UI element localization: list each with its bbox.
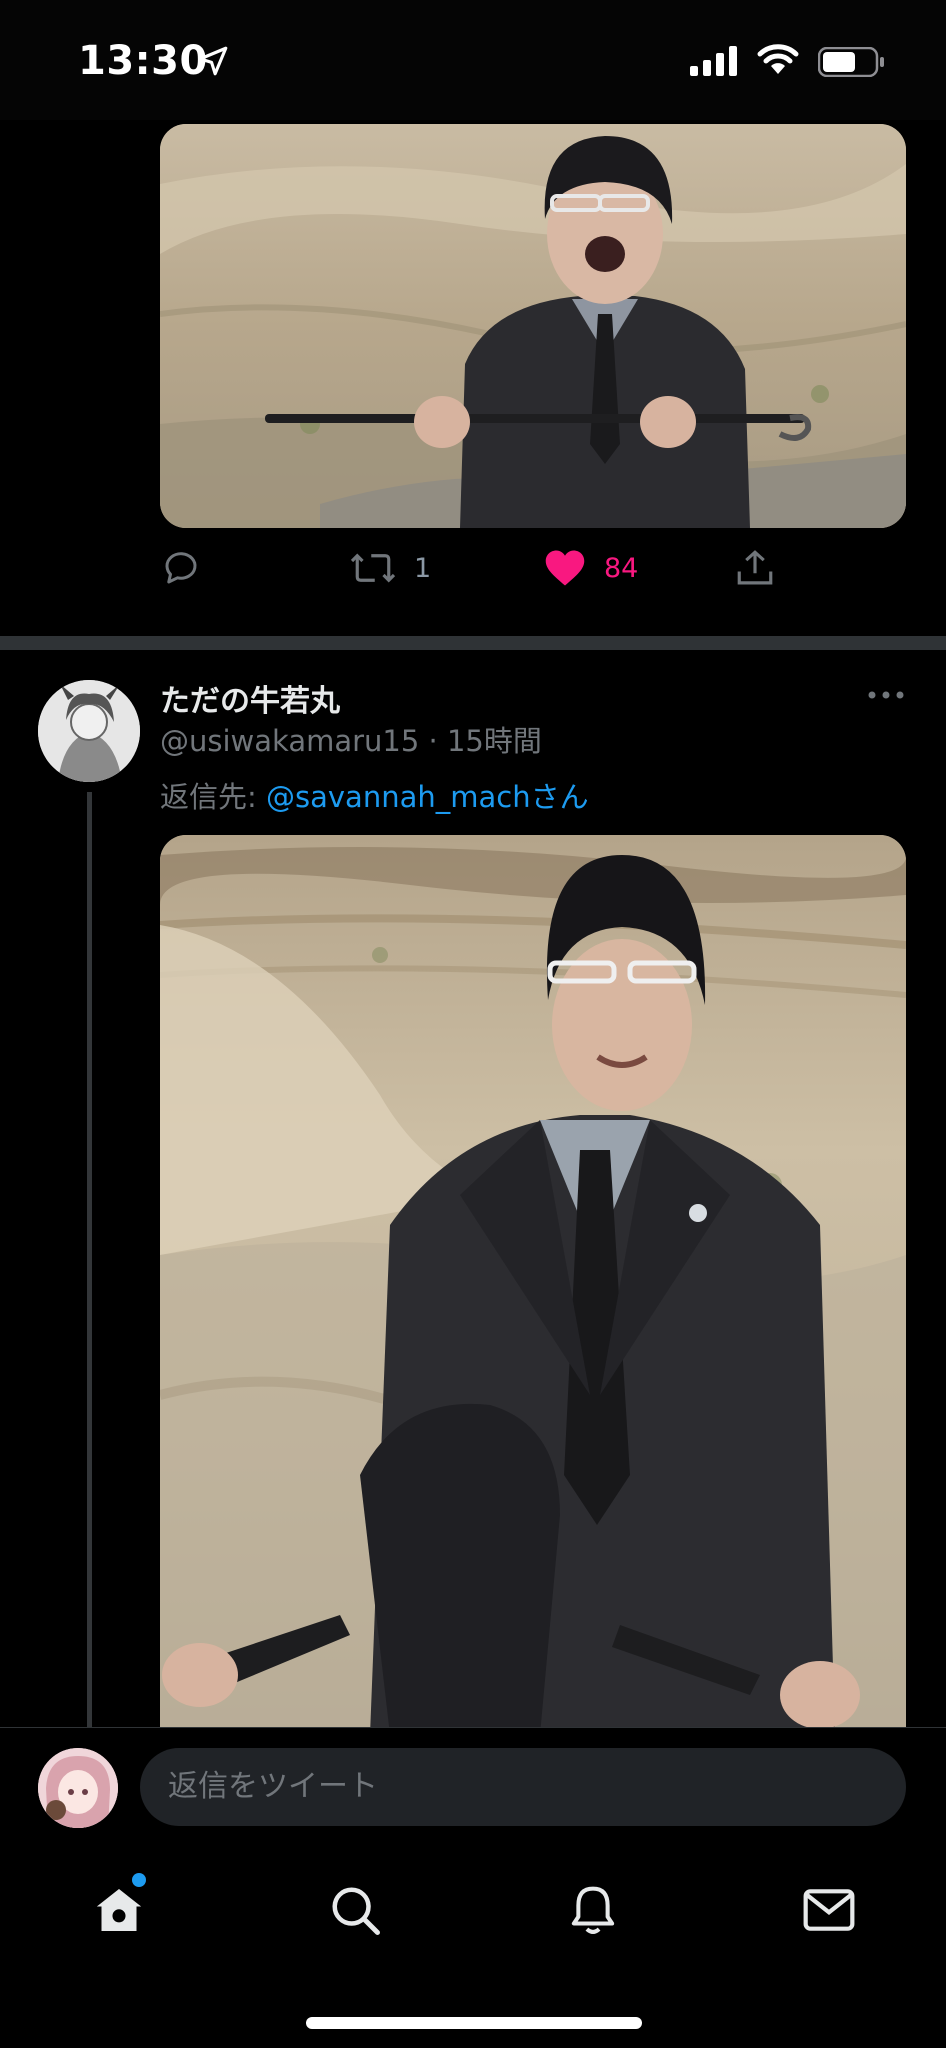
home-notification-dot [132, 1873, 146, 1887]
share-icon [737, 550, 773, 585]
like-button[interactable]: 84 [544, 540, 638, 596]
reply-mention-link[interactable]: @savannah_mach [266, 780, 531, 814]
previous-tweet-photo[interactable] [160, 124, 906, 528]
battery-icon [818, 47, 884, 77]
status-time: 13:30 [78, 38, 208, 84]
tab-search[interactable] [320, 1875, 390, 1945]
retweet-icon [350, 553, 396, 583]
tab-messages[interactable] [794, 1875, 864, 1945]
home-indicator[interactable] [306, 2017, 642, 2029]
thread-connector-line [87, 792, 92, 1728]
author-avatar[interactable] [38, 680, 140, 782]
heart-filled-icon [545, 550, 585, 586]
author-meta: @usiwakamaru15 · 15時間 [160, 718, 542, 760]
reply-input[interactable]: 返信をツイート [140, 1748, 906, 1826]
home-icon [96, 1889, 142, 1931]
wifi-icon [757, 44, 799, 74]
bell-icon [571, 1886, 615, 1934]
cellular-signal-icon [690, 46, 737, 76]
reply-button[interactable] [160, 540, 202, 596]
bottom-tab-bar [0, 1845, 946, 2048]
status-bar: 13:30 [0, 0, 946, 120]
replying-to: 返信先: @savannah_machさん [160, 774, 589, 816]
twitter-thread-screen: 13:30 1 84 ただの牛若丸 @usiwakamaru15 · 15時間 … [0, 0, 946, 2048]
location-arrow-icon [198, 46, 228, 76]
more-options-icon[interactable] [866, 682, 906, 708]
meta-separator: · [428, 724, 438, 758]
retweet-count: 1 [414, 552, 432, 584]
tweet-actions: 1 84 [160, 540, 780, 596]
tweet-timestamp[interactable]: 15時間 [447, 724, 542, 758]
reply-composer: 返信をツイート [0, 1727, 946, 1845]
share-button[interactable] [734, 540, 776, 596]
mail-icon [803, 1889, 855, 1931]
tab-notifications[interactable] [558, 1875, 628, 1945]
author-display-name[interactable]: ただの牛若丸 [160, 676, 340, 720]
reply-icon [165, 552, 197, 584]
tab-home[interactable] [84, 1873, 154, 1945]
tweet-divider [0, 636, 946, 650]
author-handle[interactable]: @usiwakamaru15 [160, 724, 419, 758]
tweet-photo[interactable] [160, 835, 906, 1735]
reply-suffix: さん [530, 780, 589, 814]
retweet-button[interactable]: 1 [350, 540, 431, 596]
search-icon [332, 1887, 380, 1935]
like-count: 84 [604, 552, 639, 584]
current-user-avatar[interactable] [38, 1748, 118, 1828]
reply-prefix: 返信先: [160, 780, 257, 814]
